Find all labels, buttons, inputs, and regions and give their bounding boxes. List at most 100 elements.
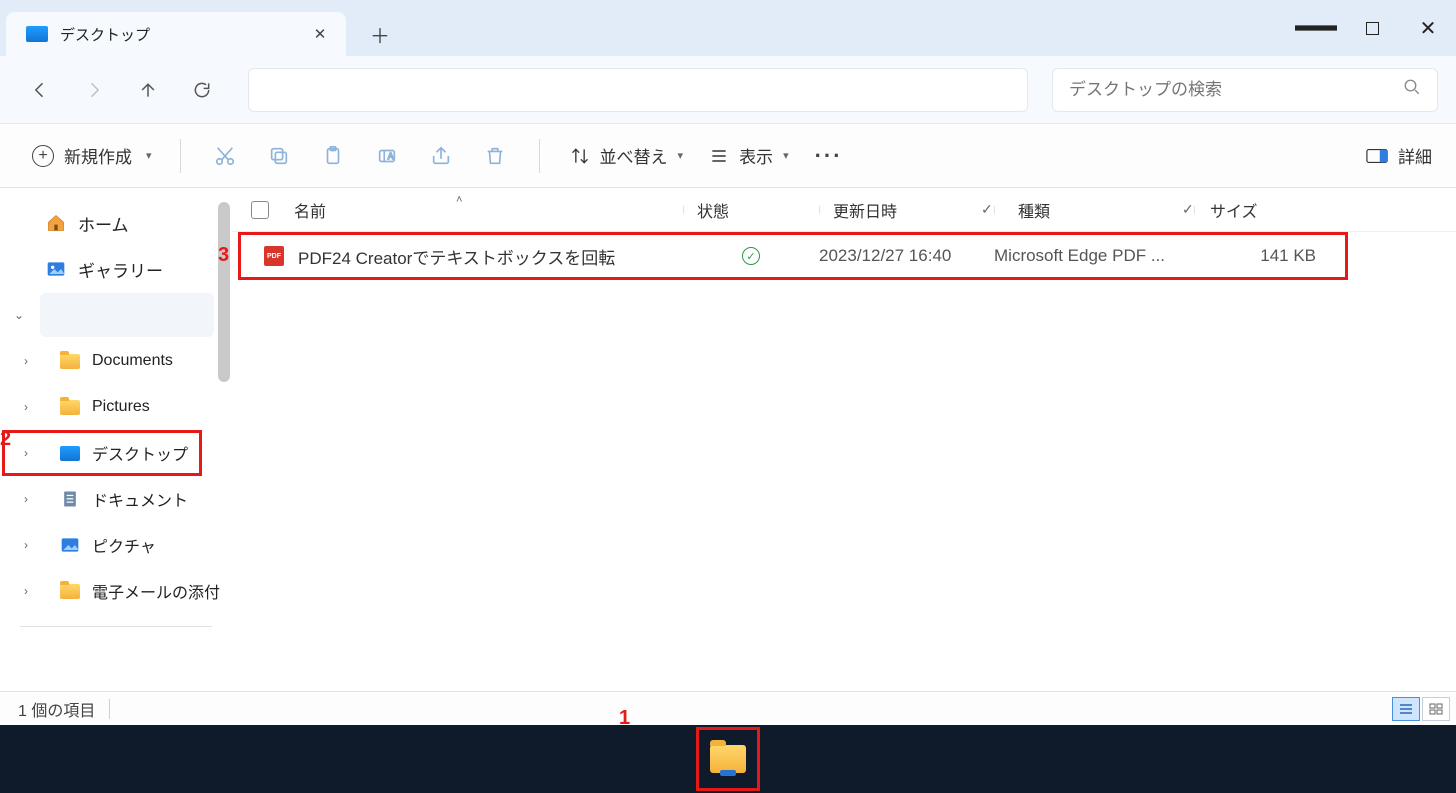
column-header-name[interactable]: 名前 ˄ xyxy=(288,198,683,222)
grid-view-button[interactable] xyxy=(1422,697,1450,721)
sidebar-item-label: Documents xyxy=(92,352,173,370)
chevron-right-icon: › xyxy=(24,538,28,552)
sidebar-item-gallery[interactable]: ギャラリー xyxy=(0,246,232,292)
search-input[interactable] xyxy=(1069,80,1395,100)
view-button[interactable]: 表示 ▾ xyxy=(699,136,799,176)
home-icon xyxy=(46,213,66,233)
sidebar-blank-entry xyxy=(40,293,214,337)
desktop-icon xyxy=(60,446,80,461)
sidebar-item-label: ピクチャ xyxy=(92,533,156,557)
column-header-size[interactable]: サイズ xyxy=(1194,198,1324,222)
sidebar-item-documents[interactable]: › Documents xyxy=(0,338,232,384)
column-label: サイズ xyxy=(1210,204,1258,221)
new-tab-button[interactable]: ＋ xyxy=(360,14,400,54)
file-row[interactable]: PDF24 Creatorでテキストボックスを回転 ✓ 2023/12/27 1… xyxy=(232,232,1456,280)
column-label: 名前 xyxy=(294,204,326,221)
search-box[interactable] xyxy=(1052,68,1438,112)
cut-button[interactable] xyxy=(201,136,249,176)
file-name: PDF24 Creatorでテキストボックスを回転 xyxy=(298,244,683,269)
column-label: 更新日時 xyxy=(833,204,897,221)
sort-indicator-icon: ˄ xyxy=(456,194,462,206)
folder-icon xyxy=(60,400,80,415)
file-list-pane: 名前 ˄ 状態 更新日時 ✓ 種類 ✓ サイズ 3 PDF24 Creatorで… xyxy=(232,188,1456,691)
pdf-file-icon xyxy=(264,246,284,266)
sidebar-item-email-attachments[interactable]: › 電子メールの添付 xyxy=(0,568,232,614)
window-tab[interactable]: デスクトップ ✕ xyxy=(6,12,346,56)
navigation-sidebar: ホーム ギャラリー ⌄ › Documents › Pictures › デスク… xyxy=(0,188,232,691)
sidebar-item-label: ギャラリー xyxy=(78,257,163,282)
column-header-modified[interactable]: 更新日時 xyxy=(819,198,994,222)
picture-icon xyxy=(60,535,80,555)
column-header-type[interactable]: 種類 xyxy=(994,198,1194,222)
view-icon xyxy=(709,146,729,166)
sidebar-item-documents-jp[interactable]: › ドキュメント xyxy=(0,476,232,522)
sidebar-item-pictures-jp[interactable]: › ピクチャ xyxy=(0,522,232,568)
check-icon: ✓ xyxy=(1182,201,1194,218)
address-bar[interactable] xyxy=(248,68,1028,112)
close-window-button[interactable]: ✕ xyxy=(1400,0,1456,56)
file-sync-state: ✓ xyxy=(683,247,819,265)
column-header-state[interactable]: 状態 xyxy=(683,198,819,222)
details-pane-button[interactable]: 詳細 xyxy=(1366,143,1432,168)
minimize-button[interactable] xyxy=(1288,0,1344,56)
sidebar-item-home[interactable]: ホーム xyxy=(0,200,232,246)
chevron-right-icon: › xyxy=(24,400,28,414)
file-size: 141 KB xyxy=(1194,246,1324,266)
sidebar-item-label: Pictures xyxy=(92,398,150,416)
desktop-icon xyxy=(26,26,48,42)
taskbar-file-explorer-button[interactable] xyxy=(704,735,752,783)
tab-title: デスクトップ xyxy=(60,24,308,45)
plus-circle-icon: + xyxy=(32,145,54,167)
rename-button[interactable]: A xyxy=(363,136,411,176)
sidebar-item-label: 電子メールの添付 xyxy=(92,579,220,603)
close-tab-icon[interactable]: ✕ xyxy=(308,22,332,46)
chevron-right-icon: › xyxy=(24,446,28,460)
synced-icon: ✓ xyxy=(742,247,760,265)
folder-icon xyxy=(60,354,80,369)
maximize-button[interactable] xyxy=(1344,0,1400,56)
list-view-button[interactable] xyxy=(1392,697,1420,721)
check-icon: ✓ xyxy=(981,201,993,218)
select-all-checkbox[interactable] xyxy=(232,201,288,219)
column-label: 状態 xyxy=(697,204,729,221)
refresh-button[interactable] xyxy=(180,68,224,112)
sidebar-item-pictures[interactable]: › Pictures xyxy=(0,384,232,430)
details-label: 詳細 xyxy=(1398,143,1432,168)
forward-button[interactable] xyxy=(72,68,116,112)
navigation-bar xyxy=(0,56,1456,124)
window-controls: ✕ xyxy=(1288,0,1456,56)
paste-button[interactable] xyxy=(309,136,357,176)
sidebar-item-expandable[interactable]: ⌄ xyxy=(0,292,232,338)
command-toolbar: + 新規作成 ▾ A 並べ替え ▾ 表示 ▾ ··· 詳細 xyxy=(0,124,1456,188)
new-button-label: 新規作成 xyxy=(64,143,132,168)
file-type: Microsoft Edge PDF ... xyxy=(994,246,1194,266)
up-button[interactable] xyxy=(126,68,170,112)
sort-button[interactable]: 並べ替え ▾ xyxy=(560,136,694,176)
taskbar xyxy=(0,725,1456,793)
sidebar-divider xyxy=(20,626,212,627)
titlebar: デスクトップ ✕ ＋ ✕ xyxy=(0,0,1456,56)
divider xyxy=(109,699,110,719)
svg-text:A: A xyxy=(387,151,393,160)
share-button[interactable] xyxy=(417,136,465,176)
status-item-count: 1 個の項目 xyxy=(18,697,95,721)
file-modified: 2023/12/27 16:40 xyxy=(819,246,994,266)
new-button[interactable]: + 新規作成 ▾ xyxy=(24,136,160,176)
copy-button[interactable] xyxy=(255,136,303,176)
back-button[interactable] xyxy=(18,68,62,112)
sidebar-item-desktop[interactable]: › デスクトップ xyxy=(0,430,232,476)
divider xyxy=(539,139,540,173)
sort-icon xyxy=(570,146,590,166)
document-icon xyxy=(60,489,80,509)
more-button[interactable]: ··· xyxy=(805,136,853,176)
sidebar-item-label: ドキュメント xyxy=(92,487,188,511)
file-explorer-icon xyxy=(710,745,746,773)
divider xyxy=(180,139,181,173)
chevron-right-icon: › xyxy=(24,584,28,598)
chevron-right-icon: › xyxy=(24,492,28,506)
folder-icon xyxy=(60,584,80,599)
details-pane-icon xyxy=(1366,148,1388,164)
column-label: 種類 xyxy=(1018,204,1050,221)
delete-button[interactable] xyxy=(471,136,519,176)
view-mode-toggles xyxy=(1392,697,1450,721)
